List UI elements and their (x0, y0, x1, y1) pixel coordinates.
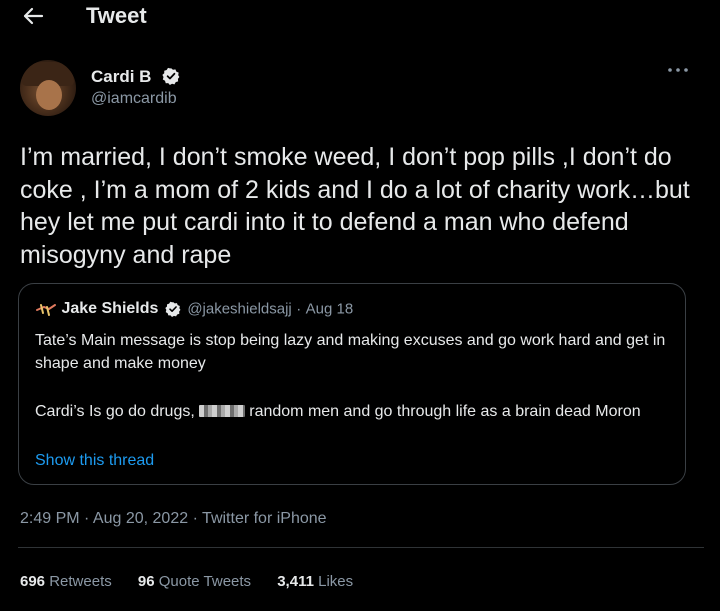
quoted-text-part-1: Cardi’s Is go do drugs, (35, 403, 195, 420)
quoted-date: Aug 18 (305, 300, 354, 318)
separator-dot: · (296, 300, 302, 318)
quoted-author-handle: @jakeshieldsajj (187, 300, 292, 318)
quoted-text-part-2: random men and go through life as a brai… (249, 403, 641, 420)
author-name[interactable]: Cardi B (91, 67, 151, 87)
quoted-tweet-card[interactable]: Jake Shields @jakeshieldsajj · Aug 18 Ta… (18, 283, 686, 485)
quoted-author-name: Jake Shields (61, 300, 159, 317)
arrow-left-icon[interactable] (20, 4, 46, 28)
quoted-tweet-header: Jake Shields @jakeshieldsajj · Aug 18 (35, 300, 353, 322)
avatar-face (36, 80, 62, 110)
verified-badge-icon (165, 301, 181, 317)
verified-badge-icon (162, 67, 180, 85)
likes-count: 3,411 (277, 573, 314, 590)
retweets-count: 696 (20, 573, 46, 590)
avatar[interactable] (20, 60, 76, 116)
engagement-stats: 696 Retweets 96 Quote Tweets 3,411 Likes (20, 573, 375, 590)
more-options-icon[interactable] (665, 62, 691, 78)
likes-stat[interactable]: 3,411 Likes (277, 573, 353, 590)
quoted-text-paragraph-2: Cardi’s Is go do drugs, random men and g… (35, 400, 675, 423)
retweets-label: Retweets (49, 573, 112, 590)
likes-label: Likes (318, 573, 354, 590)
retweets-stat[interactable]: 696 Retweets (20, 573, 112, 590)
page-title: Tweet (86, 3, 147, 28)
quoted-text-paragraph-1: Tate’s Main message is stop being lazy a… (35, 332, 666, 372)
show-thread-link[interactable]: Show this thread (35, 452, 154, 470)
author-handle[interactable]: @iamcardib (91, 90, 177, 108)
top-bar: Tweet (0, 0, 720, 34)
quote-tweets-count: 96 (137, 573, 155, 590)
tweet-timestamp-source[interactable]: 2:49 PM · Aug 20, 2022 · Twitter for iPh… (20, 510, 327, 528)
quote-tweets-stat[interactable]: 96 Quote Tweets (138, 573, 251, 590)
muay-thai-emoji-icon (35, 301, 57, 317)
quote-tweets-label: Quote Tweets (158, 573, 252, 590)
tweet-text: I’m married, I don’t smoke weed, I don’t… (20, 143, 690, 269)
divider (18, 547, 704, 548)
censor-pixelation (199, 405, 246, 417)
